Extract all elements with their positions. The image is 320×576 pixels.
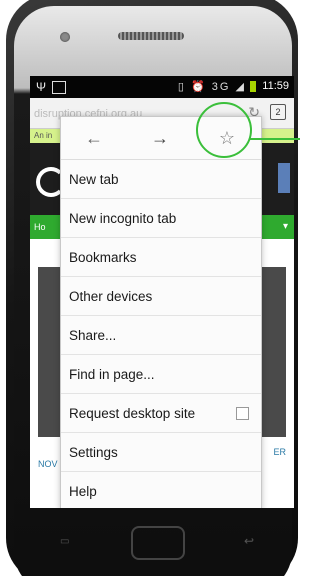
signal-indicators: ▯ ⏰ 3G ◢ [178, 80, 246, 93]
status-time: 11:59 [262, 80, 289, 92]
network-type-label: 3G [211, 81, 231, 93]
menu-item-help[interactable]: Help [61, 472, 261, 508]
hardware-back-icon[interactable]: ↩ [244, 534, 254, 548]
menu-item-new-incognito-tab[interactable]: New incognito tab [61, 199, 261, 238]
image-notification-icon [52, 81, 66, 94]
forward-arrow-icon[interactable]: → [127, 117, 193, 159]
phone-screen: Ψ ▯ ⏰ 3G ◢ 11:59 disruption.cefni.org.au… [30, 76, 294, 508]
tab-switcher-button[interactable]: 2 [270, 104, 286, 120]
screenshot-stage: Ψ ▯ ⏰ 3G ◢ 11:59 disruption.cefni.org.au… [0, 0, 307, 576]
overflow-menu: ← → ☆ New tab New incognito tab Bookmark… [60, 116, 262, 508]
menu-item-request-desktop-site[interactable]: Request desktop site [61, 394, 261, 433]
battery-icon [250, 81, 256, 92]
earpiece-speaker [118, 32, 184, 40]
status-bar: Ψ ▯ ⏰ 3G ◢ 11:59 [30, 76, 294, 98]
menu-item-bookmarks[interactable]: Bookmarks [61, 238, 261, 277]
alarm-icon: ⏰ [191, 81, 207, 93]
menu-item-new-tab[interactable]: New tab [61, 160, 261, 199]
home-button[interactable] [131, 526, 185, 560]
signal-icon: ◢ [235, 81, 246, 93]
menu-item-share[interactable]: Share... [61, 316, 261, 355]
desktop-site-checkbox[interactable] [236, 407, 249, 420]
highlight-circle [196, 102, 252, 158]
article-link-right[interactable]: ER [273, 447, 286, 457]
menu-item-label: Request desktop site [69, 406, 196, 421]
header-image [278, 163, 290, 193]
site-nav-label: Ho [34, 222, 46, 232]
menu-item-other-devices[interactable]: Other devices [61, 277, 261, 316]
back-arrow-icon[interactable]: ← [61, 117, 127, 159]
usb-icon: Ψ [36, 80, 47, 94]
callout-line [250, 138, 300, 140]
front-camera [60, 32, 70, 42]
article-link-left[interactable]: NOV [38, 459, 58, 469]
hardware-menu-icon[interactable]: ▭ [60, 536, 72, 547]
menu-item-find-in-page[interactable]: Find in page... [61, 355, 261, 394]
chevron-down-icon[interactable]: ▾ [283, 215, 288, 239]
menu-item-settings[interactable]: Settings [61, 433, 261, 472]
vibrate-icon: ▯ [177, 81, 186, 93]
